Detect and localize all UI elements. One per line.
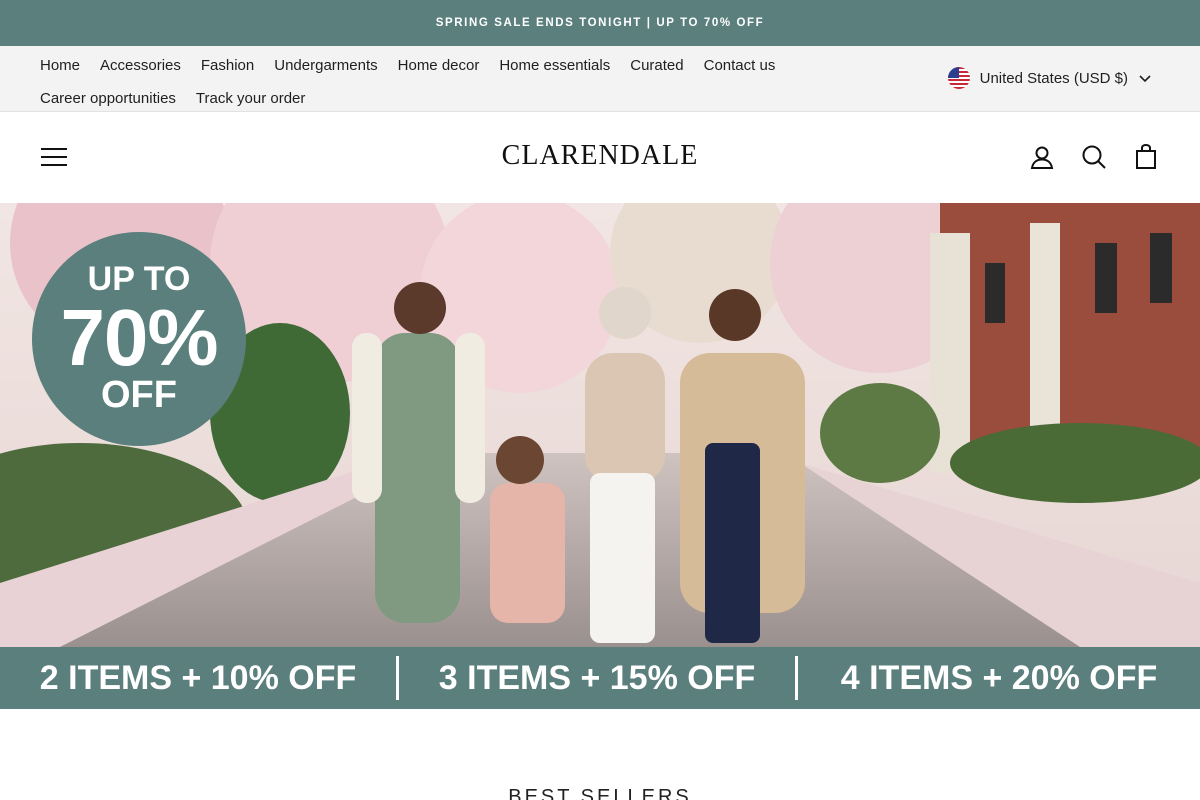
hero-banner[interactable]: UP TO 70% OFF	[0, 203, 1200, 647]
nav-link-accessories[interactable]: Accessories	[90, 50, 191, 83]
announcement-text: SPRING SALE ENDS TONIGHT | UP TO 70% OFF	[435, 17, 765, 29]
promo-tier-4-items: 4 ITEMS + 20% OFF	[840, 658, 1158, 697]
promo-tiers-bar[interactable]: 2 ITEMS + 10% OFF 3 ITEMS + 15% OFF 4 IT…	[0, 647, 1200, 709]
badge-line-off: OFF	[101, 374, 177, 416]
chevron-down-icon	[1138, 71, 1152, 85]
search-icon[interactable]	[1080, 143, 1108, 171]
utility-nav: Home Accessories Fashion Undergarments H…	[0, 46, 1200, 112]
nav-link-undergarments[interactable]: Undergarments	[264, 50, 387, 83]
promo-tier-2-items: 2 ITEMS + 10% OFF	[39, 658, 357, 697]
user-account-icon[interactable]	[1028, 143, 1056, 171]
nav-link-fashion[interactable]: Fashion	[191, 50, 264, 83]
badge-line-percent: 70%	[60, 293, 218, 382]
nav-link-curated[interactable]: Curated	[620, 50, 693, 83]
best-sellers-title: BEST SELLERS	[508, 786, 692, 800]
announcement-bar: SPRING SALE ENDS TONIGHT | UP TO 70% OFF	[0, 0, 1200, 46]
site-logo[interactable]: CLARENDALE	[0, 140, 1200, 172]
promo-tier-3-items: 3 ITEMS + 15% OFF	[438, 658, 756, 697]
currency-label: United States (USD $)	[979, 69, 1128, 87]
us-flag-icon	[947, 67, 970, 89]
utility-links: Home Accessories Fashion Undergarments H…	[30, 50, 850, 116]
nav-link-home[interactable]: Home	[30, 50, 90, 83]
shopping-bag-icon[interactable]	[1132, 143, 1160, 171]
nav-link-contact-us[interactable]: Contact us	[694, 50, 786, 83]
discount-badge: UP TO 70% OFF	[32, 232, 246, 446]
site-header: CLARENDALE	[0, 112, 1200, 203]
currency-selector[interactable]: United States (USD $)	[947, 66, 1152, 90]
nav-link-home-essentials[interactable]: Home essentials	[489, 50, 620, 83]
nav-link-home-decor[interactable]: Home decor	[388, 50, 490, 83]
